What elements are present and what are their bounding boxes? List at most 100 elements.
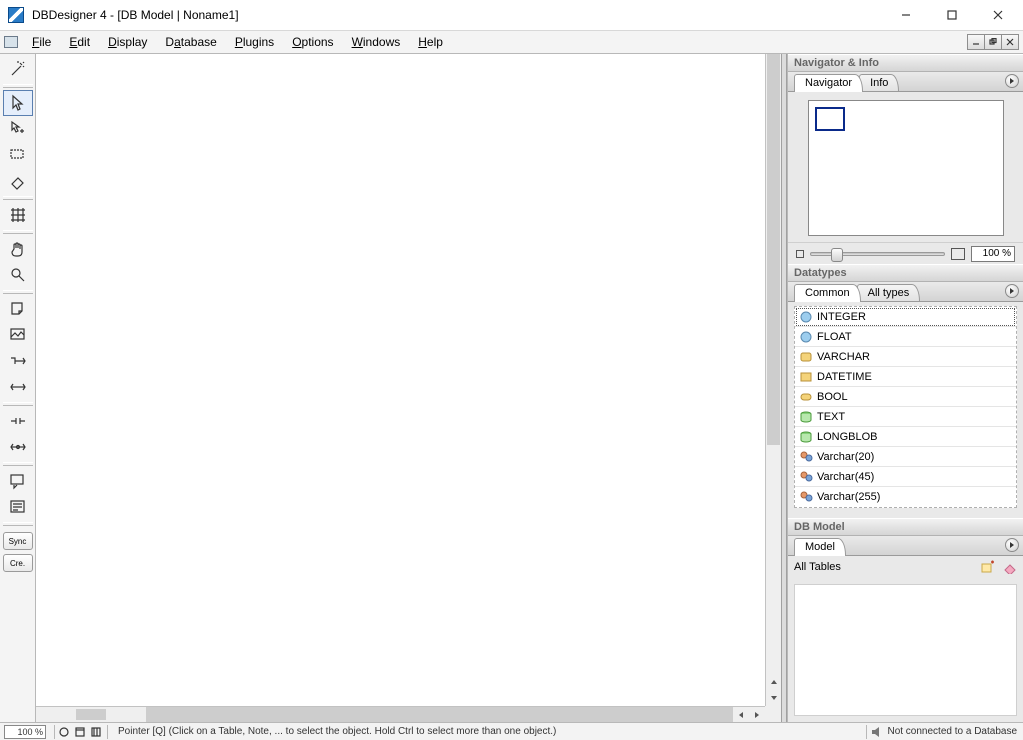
tool-hand[interactable] (3, 236, 33, 262)
datatype-label: DATETIME (817, 371, 872, 383)
scroll-corner (765, 706, 781, 722)
tool-image[interactable] (3, 322, 33, 348)
tool-rel-1n-a[interactable] (3, 348, 33, 374)
status-zoom-value[interactable]: 100 % (4, 725, 46, 739)
datatypes-body: INTEGER FLOAT VARCHAR DATETIME BOOL TEXT… (788, 302, 1023, 518)
menu-options[interactable]: Options (284, 33, 341, 51)
tool-eraser[interactable] (3, 168, 33, 194)
datatype-item[interactable]: TEXT (795, 407, 1016, 427)
datatype-label: FLOAT (817, 331, 852, 343)
all-tables-label: All Tables (794, 561, 841, 573)
tool-rel-1n-b[interactable] (3, 374, 33, 400)
mdi-close-button[interactable] (1001, 34, 1019, 50)
datatype-item[interactable]: BOOL (795, 387, 1016, 407)
datatype-item[interactable]: FLOAT (795, 327, 1016, 347)
panel-rollup-icon[interactable] (1005, 74, 1019, 88)
status-icons (59, 727, 103, 737)
zoom-slider-thumb[interactable] (831, 248, 843, 262)
datatype-item[interactable]: Varchar(20) (795, 447, 1016, 467)
menu-plugins[interactable]: Plugins (227, 33, 282, 51)
datatype-item[interactable]: Varchar(255) (795, 487, 1016, 507)
datatype-item[interactable]: Varchar(45) (795, 467, 1016, 487)
datatypes-panel-title: Datatypes (788, 264, 1023, 282)
zoom-slider[interactable] (810, 252, 945, 256)
minimize-button[interactable] (883, 0, 929, 30)
status-connection: Not connected to a Database (887, 726, 1017, 737)
canvas-scrollbar-horizontal[interactable] (36, 706, 765, 722)
close-button[interactable] (975, 0, 1021, 30)
sync-button[interactable]: Sync (3, 532, 33, 550)
menu-windows[interactable]: Windows (344, 33, 409, 51)
datatype-list: INTEGER FLOAT VARCHAR DATETIME BOOL TEXT… (794, 306, 1017, 508)
datatype-label: Varchar(255) (817, 491, 880, 503)
maximize-button[interactable] (929, 0, 975, 30)
tab-info[interactable]: Info (859, 74, 899, 91)
navigator-minimap[interactable] (808, 100, 1004, 236)
design-canvas[interactable] (36, 54, 781, 722)
scrollbar-thumb[interactable] (767, 54, 780, 445)
status-bar: 100 % Pointer [Q] (Click on a Table, Not… (0, 722, 1023, 740)
navigator-panel-title: Navigator & Info (788, 54, 1023, 72)
zoom-in-icon[interactable] (951, 248, 965, 260)
create-button[interactable]: Cre. (3, 554, 33, 572)
scroll-right-button[interactable] (749, 707, 765, 722)
datatype-item[interactable]: LONGBLOB (795, 427, 1016, 447)
hscroll-thumb[interactable] (146, 707, 733, 722)
tool-magic-wand[interactable] (3, 56, 33, 82)
panel-rollup-icon[interactable] (1005, 284, 1019, 298)
datatype-item[interactable]: DATETIME (795, 367, 1016, 387)
mdi-restore-button[interactable] (984, 34, 1002, 50)
tab-model[interactable]: Model (794, 538, 846, 555)
tool-query[interactable] (3, 468, 33, 494)
mini-scroll-thumb[interactable] (76, 709, 106, 720)
datatype-item[interactable]: INTEGER (795, 307, 1016, 327)
tool-region[interactable] (3, 142, 33, 168)
status-icon-2[interactable] (75, 727, 87, 737)
tool-sql[interactable] (3, 494, 33, 520)
scroll-up-button[interactable] (766, 674, 781, 690)
tool-pointer[interactable] (3, 90, 33, 116)
menu-file[interactable]: File (24, 33, 59, 51)
panel-rollup-icon[interactable] (1005, 538, 1019, 552)
tab-common[interactable]: Common (794, 284, 861, 301)
tool-rel-nm[interactable] (3, 434, 33, 460)
scroll-down-button[interactable] (766, 690, 781, 706)
datatype-item[interactable]: VARCHAR (795, 347, 1016, 367)
canvas-scrollbar-vertical[interactable] (765, 54, 781, 706)
eraser-icon[interactable] (1003, 560, 1017, 574)
tool-new-table[interactable] (3, 202, 33, 228)
tool-note[interactable] (3, 296, 33, 322)
datatype-label: Varchar(20) (817, 451, 874, 463)
tables-list[interactable] (794, 584, 1017, 716)
dbmodel-panel-title: DB Model (788, 518, 1023, 536)
tab-navigator[interactable]: Navigator (794, 74, 863, 91)
new-table-icon[interactable] (981, 560, 995, 574)
zoom-out-icon[interactable] (796, 250, 804, 258)
mdi-child-icon[interactable] (0, 31, 22, 53)
zoom-row: 100 % (788, 242, 1023, 264)
mdi-minimize-button[interactable] (967, 34, 985, 50)
status-hint: Pointer [Q] (Click on a Table, Note, ...… (112, 726, 556, 737)
navigator-body (788, 92, 1023, 242)
menu-bar: File Edit Display Database Plugins Optio… (0, 30, 1023, 54)
status-icon-3[interactable] (91, 727, 103, 737)
speaker-icon (871, 727, 883, 737)
menu-display[interactable]: Display (100, 33, 155, 51)
navigator-viewport[interactable] (815, 107, 845, 131)
status-icon-1[interactable] (59, 727, 71, 737)
menu-help[interactable]: Help (410, 33, 451, 51)
datatype-label: VARCHAR (817, 351, 870, 363)
window-title: DBDesigner 4 - [DB Model | Noname1] (32, 8, 239, 22)
tool-palette: Sync Cre. (0, 54, 36, 722)
tool-zoom[interactable] (3, 262, 33, 288)
datatype-label: INTEGER (817, 311, 866, 323)
datatype-label: TEXT (817, 411, 845, 423)
tool-move[interactable] (3, 116, 33, 142)
zoom-value[interactable]: 100 % (971, 246, 1015, 262)
tool-rel-11[interactable] (3, 408, 33, 434)
tab-alltypes[interactable]: All types (857, 284, 921, 301)
datatypes-tabs: Common All types (788, 282, 1023, 302)
scroll-left-button[interactable] (733, 707, 749, 722)
menu-database[interactable]: Database (157, 33, 224, 51)
menu-edit[interactable]: Edit (61, 33, 98, 51)
